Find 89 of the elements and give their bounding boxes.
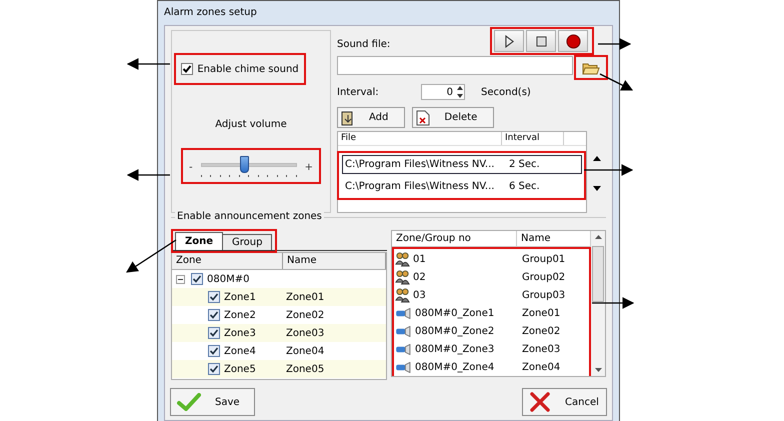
zone-number: 01 [413,254,426,264]
name-cell-text: Group02 [521,272,566,282]
down-arrow-icon[interactable] [593,186,601,190]
slider-thumb[interactable] [240,156,249,173]
callout-arrow [598,38,632,50]
speaker-icon [395,362,412,372]
checkbox[interactable] [208,345,220,357]
folder-icon[interactable] [582,60,600,74]
expander-icon[interactable] [176,274,185,284]
callout-arrow [126,169,170,181]
record-button[interactable] [558,30,588,52]
up-arrow-icon[interactable] [593,156,601,160]
stop-button[interactable] [526,30,556,52]
chime-checkbox[interactable]: Enable chime sound [181,63,299,75]
checkbox[interactable] [208,309,220,321]
callout-arrow [584,164,634,176]
column-header[interactable]: Name [283,253,386,269]
callout-arrow [126,58,170,70]
name-cell-text: Zone05 [285,364,326,374]
interval-unit: Second(s) [481,86,531,98]
cancel-button[interactable]: Cancel [522,388,607,416]
name-cell-text: Zone03 [521,344,562,354]
zone-number: 080M#0_Zone1 [415,308,494,318]
checkbox[interactable] [208,291,220,303]
callout-arrow [592,297,634,309]
people-icon [395,288,410,302]
zone-number: 080M#0_Zone3 [415,344,494,354]
people-icon [395,270,410,284]
zone-number: 080M#0_Zone4 [415,362,494,372]
tab[interactable]: Group [222,234,272,250]
plus-label: + [304,162,313,172]
sound-file-field[interactable] [337,56,573,75]
zone-cell: Zone5 [224,364,256,374]
document-x-icon [416,110,430,126]
interval-label: Interval: [337,86,380,98]
checkmark-icon [177,393,201,411]
play-icon [504,34,514,48]
name-cell-text: Zone02 [521,326,562,336]
add-button[interactable]: Add [337,107,406,128]
volume-label: Adjust volume [215,119,287,130]
column-header[interactable]: Zone/Group no [392,231,517,246]
play-button[interactable] [494,30,524,52]
callout-arrow [600,73,634,91]
column-header[interactable]: Zone [172,253,283,269]
name-cell-text: Zone02 [285,310,326,320]
checkbox[interactable] [208,327,220,339]
checkbox[interactable] [191,273,203,285]
stop-icon [536,36,546,46]
file-row[interactable]: C:\Program Files\Witness NV... 2 Sec. [342,155,582,174]
column-header[interactable]: File [338,132,502,145]
people-icon [395,252,410,266]
window-title: Alarm zones setup [163,6,258,20]
checkbox[interactable] [208,363,220,375]
callout-arrow [126,239,176,273]
zone-number: 03 [413,290,426,300]
name-cell-text: Zone01 [285,292,326,302]
checkmark-icon [182,64,192,74]
zone-cell: Zone4 [224,346,256,356]
name-cell-text: Group01 [521,254,566,264]
speaker-icon [395,308,412,318]
clipboard-icon [341,110,355,126]
group-title: Enable announcement zones [175,211,324,222]
minus-label: - [189,162,193,172]
cross-icon [529,392,551,412]
zone-number: 080M#0_Zone2 [415,326,494,336]
down-arrow-icon[interactable] [594,368,602,372]
zone-cell: Zone3 [224,328,256,338]
scrollbar[interactable] [591,231,605,376]
sound-file-label: Sound file: [337,39,390,50]
column-header[interactable]: Interval [502,132,564,145]
file-row[interactable]: C:\Program Files\Witness NV... 6 Sec. [342,177,582,196]
name-cell-text: Zone03 [285,328,326,338]
speaker-icon [395,326,412,336]
up-arrow-icon[interactable] [594,235,602,239]
tab[interactable]: Zone [175,232,224,250]
zone-number: 02 [413,272,426,282]
name-cell-text: Group03 [521,290,566,300]
record-icon [566,34,580,48]
save-button[interactable]: Save [170,388,255,416]
speaker-icon [395,344,412,354]
zone-cell: Zone1 [224,292,256,302]
interval-spinner[interactable]: 0 [421,84,465,100]
delete-button[interactable]: Delete [412,107,494,128]
zone-cell: Zone2 [224,310,256,320]
zone-cell: 080M#0 [207,274,250,284]
name-cell-text: Zone04 [285,346,326,356]
name-cell-text: Zone04 [521,362,562,372]
volume-slider[interactable] [200,156,297,178]
name-cell-text: Zone01 [521,308,562,318]
